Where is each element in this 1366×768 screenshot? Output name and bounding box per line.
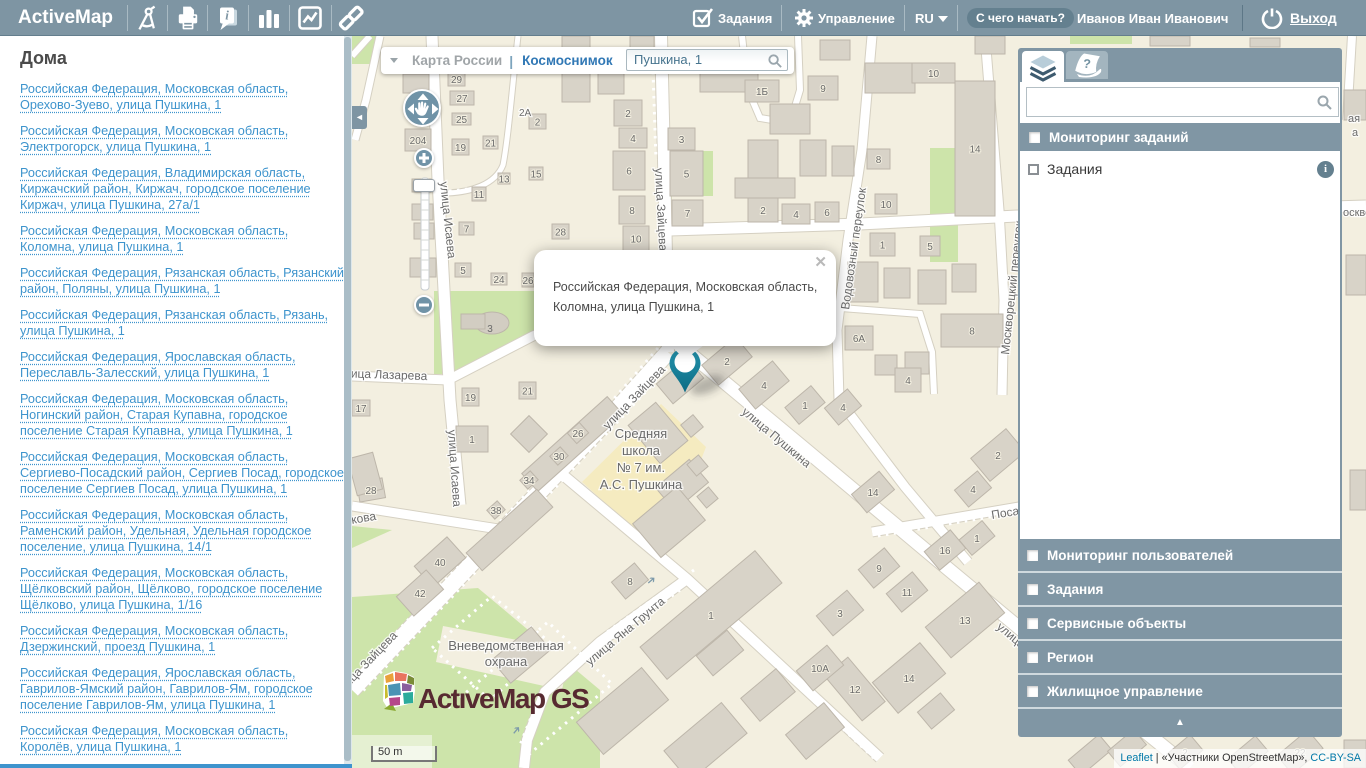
svg-text:А.С. Пушкина: А.С. Пушкина — [600, 477, 683, 492]
svg-text:5: 5 — [684, 170, 690, 181]
svg-text:12: 12 — [849, 685, 861, 696]
svg-text:4: 4 — [840, 403, 846, 414]
svg-text:улица Лазарева: улица Лазарева — [352, 366, 428, 383]
svg-text:16: 16 — [939, 546, 951, 557]
svg-text:21: 21 — [522, 387, 534, 398]
svg-text:8: 8 — [627, 577, 633, 588]
svg-text:3: 3 — [679, 135, 685, 146]
svg-text:29: 29 — [451, 75, 463, 86]
svg-text:1: 1 — [469, 435, 475, 446]
svg-text:а: а — [1352, 127, 1359, 139]
svg-text:6А: 6А — [853, 334, 866, 345]
svg-text:ая: ая — [1348, 113, 1360, 125]
svg-text:1: 1 — [880, 241, 886, 252]
svg-text:14: 14 — [903, 674, 915, 685]
svg-text:4: 4 — [970, 485, 976, 496]
svg-text:26: 26 — [572, 429, 584, 440]
svg-text:13: 13 — [498, 175, 510, 186]
svg-text:24: 24 — [493, 275, 505, 286]
svg-text:Средняя: Средняя — [615, 426, 667, 441]
svg-text:3: 3 — [487, 324, 493, 335]
svg-text:2: 2 — [535, 118, 541, 129]
svg-text:i: i — [225, 8, 229, 23]
svg-text:34: 34 — [523, 476, 535, 487]
svg-text:17: 17 — [355, 404, 367, 415]
svg-text:5: 5 — [927, 242, 933, 253]
svg-text:оскве: оскве — [1343, 207, 1366, 219]
svg-text:7: 7 — [685, 209, 691, 220]
svg-text:1: 1 — [708, 611, 714, 622]
svg-text:26: 26 — [522, 276, 534, 287]
svg-text:6: 6 — [626, 167, 632, 178]
svg-text:11: 11 — [902, 588, 913, 599]
svg-text:14: 14 — [867, 488, 879, 499]
svg-text:?: ? — [1082, 57, 1091, 72]
svg-text:1Б: 1Б — [756, 87, 769, 98]
svg-text:4: 4 — [630, 134, 636, 145]
svg-text:9: 9 — [820, 84, 826, 95]
svg-text:42: 42 — [414, 589, 426, 600]
svg-text:1: 1 — [802, 401, 808, 412]
svg-text:8: 8 — [876, 155, 882, 166]
svg-text:3: 3 — [837, 609, 843, 620]
svg-text:2: 2 — [625, 109, 631, 120]
svg-text:10: 10 — [880, 200, 892, 211]
svg-text:2: 2 — [995, 451, 1001, 462]
svg-text:40: 40 — [434, 558, 446, 569]
svg-text:№ 7 им.: № 7 им. — [617, 460, 665, 475]
svg-text:2: 2 — [760, 206, 766, 217]
svg-text:19: 19 — [465, 393, 477, 404]
svg-text:21: 21 — [485, 139, 497, 150]
svg-text:15: 15 — [530, 170, 542, 181]
svg-text:28: 28 — [555, 228, 567, 239]
svg-text:6: 6 — [824, 208, 830, 219]
svg-text:Вневедомственная: Вневедомственная — [448, 638, 564, 653]
svg-text:13: 13 — [959, 616, 971, 627]
svg-text:30: 30 — [553, 452, 565, 463]
svg-text:7: 7 — [464, 225, 470, 236]
svg-text:19: 19 — [455, 143, 467, 154]
svg-text:1: 1 — [974, 534, 980, 545]
svg-text:27: 27 — [456, 94, 468, 105]
svg-text:11: 11 — [474, 190, 485, 201]
svg-text:25: 25 — [456, 115, 468, 126]
svg-text:2А: 2А — [519, 108, 532, 119]
svg-text:10: 10 — [630, 235, 642, 246]
svg-text:9: 9 — [876, 564, 882, 575]
svg-text:школа: школа — [622, 443, 661, 458]
svg-text:204: 204 — [410, 136, 427, 147]
svg-text:8: 8 — [969, 327, 975, 338]
svg-text:8: 8 — [629, 206, 635, 217]
svg-text:10: 10 — [928, 69, 940, 80]
svg-text:28: 28 — [365, 486, 377, 497]
svg-text:4: 4 — [793, 210, 799, 221]
svg-text:4: 4 — [761, 381, 767, 392]
svg-text:4: 4 — [905, 376, 911, 387]
svg-text:охрана: охрана — [485, 654, 528, 669]
svg-text:10А: 10А — [811, 664, 829, 675]
svg-text:38: 38 — [490, 506, 502, 517]
svg-text:5: 5 — [460, 266, 466, 277]
svg-text:14: 14 — [969, 145, 981, 156]
